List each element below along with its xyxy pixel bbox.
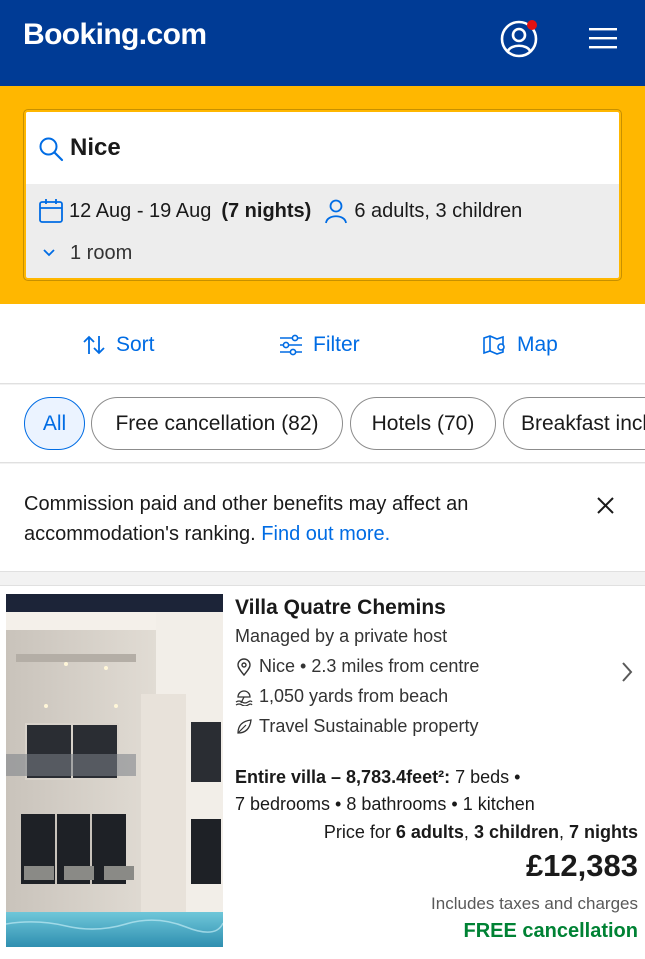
- beach-text: 1,050 yards from beach: [259, 686, 449, 706]
- notification-dot: [527, 20, 537, 30]
- chip-free-cancellation[interactable]: Free cancellation (82): [91, 397, 343, 450]
- rooms-line: 7 bedrooms • 8 bathrooms • 1 kitchen: [235, 794, 535, 814]
- host-text: Managed by a private host: [235, 626, 448, 646]
- free-cancellation-label: FREE cancellation: [463, 920, 639, 942]
- person-icon: [325, 199, 348, 224]
- location-line: Nice • 2.3 miles from centre: [235, 656, 479, 677]
- price-for-nights: 7 nights: [568, 822, 638, 842]
- nights-value: (7 nights): [221, 199, 312, 222]
- rooms-row[interactable]: 1 room: [42, 238, 132, 268]
- destination-value: Nice: [70, 134, 121, 161]
- filter-button[interactable]: Filter: [279, 330, 360, 360]
- leaf-icon: [237, 718, 252, 734]
- destination-field[interactable]: Nice: [26, 112, 619, 184]
- property-name[interactable]: Villa Quatre Chemins: [235, 596, 446, 620]
- calendar-icon: [39, 199, 63, 223]
- search-icon: [39, 137, 64, 162]
- rooms-value: 1 room: [70, 241, 133, 264]
- chevron-right-icon[interactable]: [620, 660, 634, 684]
- price-for-line: Price for 6 adults, 3 children, 7 nights: [323, 822, 638, 842]
- booking-logo[interactable]: Booking.com: [23, 18, 207, 52]
- map-button[interactable]: Map: [483, 330, 558, 360]
- search-panel: Nice 12 Aug - 19 Aug (7 nights) 6 adults…: [0, 86, 645, 304]
- location-text: Nice • 2.3 miles from centre: [259, 656, 480, 676]
- property-card[interactable]: Villa Quatre Chemins Managed by a privat…: [0, 585, 645, 959]
- beach-line: 1,050 yards from beach: [235, 686, 448, 707]
- taxes-note: Includes taxes and charges: [431, 894, 638, 913]
- sustainable-line: Travel Sustainable property: [235, 716, 478, 737]
- price-value: £12,383: [525, 848, 638, 883]
- map-icon: [483, 335, 505, 355]
- unit-type: Entire villa – 8,783.4feet²:: [235, 767, 451, 787]
- price-for-children: 3 children: [473, 822, 559, 842]
- filter-sliders-icon: [280, 334, 302, 356]
- account-button[interactable]: [500, 20, 538, 58]
- close-icon[interactable]: [596, 496, 615, 515]
- beds-count: 7 beds •: [455, 767, 521, 787]
- villa-photo-illustration: [6, 594, 223, 947]
- find-out-more-link[interactable]: Find out more.: [261, 523, 390, 545]
- property-photo[interactable]: [6, 594, 223, 947]
- dates-guests-row[interactable]: 12 Aug - 19 Aug (7 nights) 6 adults, 3 c…: [38, 196, 522, 226]
- chip-hotels[interactable]: Hotels (70): [350, 397, 496, 450]
- chip-breakfast-included[interactable]: Breakfast included: [503, 397, 645, 450]
- unit-type-line: Entire villa – 8,783.4feet²: 7 beds •: [235, 767, 520, 788]
- filter-label: Filter: [313, 333, 360, 356]
- host-line: Managed by a private host: [235, 626, 447, 647]
- ranking-notice: Commission paid and other benefits may a…: [0, 464, 645, 572]
- map-pin-icon: [237, 657, 251, 676]
- price-for-label: Price for: [323, 822, 391, 842]
- results-toolbar: Sort Filter Map: [0, 304, 645, 384]
- price-for-adults: 6 adults: [395, 822, 464, 842]
- hamburger-menu-icon[interactable]: [589, 27, 617, 49]
- sustainable-text: Travel Sustainable property: [259, 716, 479, 736]
- beach-icon: [235, 689, 253, 706]
- top-bar: Booking.com: [0, 0, 645, 86]
- map-label: Map: [517, 333, 558, 356]
- search-summary[interactable]: Nice 12 Aug - 19 Aug (7 nights) 6 adults…: [24, 110, 621, 280]
- sort-label: Sort: [116, 333, 155, 356]
- chip-all[interactable]: All: [24, 397, 85, 450]
- sort-button[interactable]: Sort: [82, 330, 155, 360]
- notice-text-block: Commission paid and other benefits may a…: [24, 489, 544, 549]
- sort-arrows-icon: [83, 335, 105, 355]
- chevron-down-icon: [43, 249, 55, 257]
- guests-value: 6 adults, 3 children: [354, 199, 523, 222]
- filter-chips-bar: All Free cancellation (82) Hotels (70) B…: [0, 385, 645, 463]
- dates-value: 12 Aug - 19 Aug: [69, 199, 212, 222]
- notice-text: Commission paid and other benefits may a…: [24, 493, 469, 545]
